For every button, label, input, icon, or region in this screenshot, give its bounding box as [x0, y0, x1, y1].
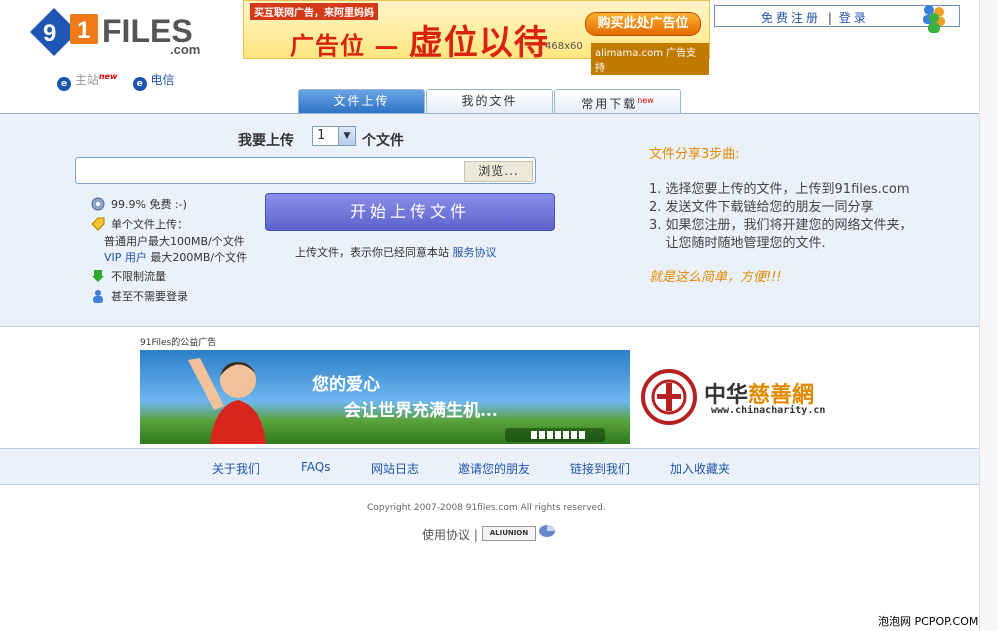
footer-link-link-us[interactable]: 链接到我们 [570, 460, 630, 477]
server-switch: e 主站new e 电信 [57, 71, 174, 91]
vip-link[interactable]: VIP 用户 [104, 251, 147, 264]
feature-vip: VIP 用户 最大200MB/个文件 [104, 249, 247, 265]
feature-nologin-text: 甚至不需要登录 [111, 290, 188, 303]
feature-nologin: 甚至不需要登录 [91, 288, 188, 304]
copyright: Copyright 2007-2008 91files.com All righ… [367, 503, 606, 513]
agreement-label: 上传文件，表示你已经同意本站 [295, 246, 449, 259]
file-count-select[interactable]: 1 ▼ [312, 126, 356, 146]
tab-downloads[interactable]: 常用下载new [554, 89, 681, 113]
user-icon [93, 290, 103, 303]
aliunion-badge[interactable]: ALIUNION [482, 526, 536, 541]
new-badge: new [98, 72, 118, 81]
ad-main-b: 虚位以待 [408, 23, 549, 63]
steps-slogan: 就是这么简单，方便!!! [649, 270, 782, 285]
telecom-link[interactable]: 电信 [150, 73, 174, 87]
tab-upload[interactable]: 文件上传 [298, 89, 425, 113]
login-link[interactable]: 登录 [839, 11, 869, 25]
step-3: 3. 如果您注册，我们将开建您的网络文件夹， [649, 218, 913, 233]
account-separator: | [827, 11, 832, 25]
tag-icon [91, 217, 105, 231]
upload-count-label: 我要上传 [238, 133, 294, 149]
feature-normal: 普通用户最大100MB/个文件 [104, 235, 245, 248]
footer-link-about[interactable]: 关于我们 [212, 460, 260, 477]
upload-count-unit: 个文件 [362, 133, 404, 149]
telecom-icon: e [132, 77, 147, 91]
charity-url: www.chinacharity.cn [711, 405, 826, 416]
start-upload-button[interactable]: 开始上传文件 [265, 193, 555, 231]
chevron-down-icon[interactable]: ▼ [338, 127, 355, 145]
ad-banner[interactable]: 买互联网广告，来阿里妈妈 广告位 — 虚位以待 购买此处广告位 468x60 a… [243, 0, 710, 75]
feature-traffic: 不限制流量 [91, 268, 166, 284]
tab-downloads-label: 常用下载 [581, 97, 638, 111]
account-links: 免费注册 | 登录 [761, 9, 869, 26]
charity-logo-icon [641, 369, 697, 425]
step-2: 2. 发送文件下载链给您的朋友一同分享 [649, 200, 874, 215]
ad-main-text: 广告位 — 虚位以待 [290, 15, 549, 64]
disk-icon [91, 197, 105, 211]
feature-free-text: 99.9% 免费 :-) [111, 198, 187, 211]
charity-slogan-2: 会让世界充满生机... [344, 401, 498, 421]
upload-panel: 我要上传 1 ▼ 个文件 浏览... 99.9% 免费 :-) 单个文件上传： … [0, 113, 979, 327]
terms-separator: | [473, 528, 478, 542]
tab-my-files[interactable]: 我的文件 [426, 89, 553, 113]
users-icon [923, 5, 945, 33]
footer-link-invite[interactable]: 邀请您的朋友 [458, 460, 530, 477]
feature-vip-text: 最大200MB/个文件 [146, 251, 248, 264]
telecom-icon: e [57, 77, 71, 91]
ad-main-dash: — [365, 31, 409, 60]
footer-link-favorite[interactable]: 加入收藏夹 [670, 460, 730, 477]
child-illustration [188, 358, 266, 444]
ad-main-a: 广告位 [290, 31, 365, 60]
ad-alimama-text: alimama.com 广告支持 [591, 43, 709, 75]
charity-slogan-1: 您的爱心 [312, 375, 380, 395]
footer-link-log[interactable]: 网站日志 [371, 460, 419, 477]
feature-single-text: 单个文件上传： [111, 218, 188, 231]
charity-banner[interactable]: 您的爱心 会让世界充满生机... [140, 350, 630, 444]
service-agreement-link[interactable]: 服务协议 [453, 246, 497, 259]
step-3-cont: 让您随时随地管理您的文件. [649, 236, 826, 251]
step-1: 1. 选择您要上传的文件，上传到91files.com [649, 182, 910, 197]
account-box: 免费注册 | 登录 [714, 5, 960, 33]
scrollbar[interactable] [979, 0, 997, 631]
watermark-text: 泡泡网 PCPOP.COM [878, 613, 979, 629]
logo-digit-9: 9 [43, 20, 56, 47]
browse-button[interactable]: 浏览... [464, 161, 533, 182]
feature-single: 单个文件上传： [91, 216, 188, 232]
terms-link[interactable]: 使用协议 [422, 528, 470, 542]
agreement-text: 上传文件，表示你已经同意本站 服务协议 [295, 244, 497, 260]
new-badge: new [637, 96, 654, 105]
feature-free: 99.9% 免费 :-) [91, 196, 187, 212]
ad-buy-button[interactable]: 购买此处广告位 [585, 12, 701, 36]
file-input[interactable]: 浏览... [75, 157, 536, 184]
arrow-down-icon [92, 270, 104, 282]
feature-traffic-text: 不限制流量 [111, 270, 166, 283]
footer-link-faqs[interactable]: FAQs [301, 460, 331, 474]
logo-com-text: .com [170, 42, 200, 57]
ad-size-text: 468x60 [545, 41, 583, 52]
charity-slide-nav[interactable] [505, 428, 605, 442]
pie-chart-icon[interactable] [537, 519, 557, 539]
steps-title: 文件分享3步曲: [649, 147, 740, 162]
site-logo[interactable]: 9 1 FILES .com [30, 6, 230, 62]
terms-row: 使用协议 | [422, 526, 478, 543]
main-site-link[interactable]: 主站 [75, 73, 99, 87]
charity-ad-label: 91Files的公益广告 [140, 338, 217, 348]
logo-digit-1: 1 [77, 17, 90, 44]
register-link[interactable]: 免费注册 [761, 11, 821, 25]
file-count-value: 1 [317, 128, 326, 143]
footer-nav: 关于我们 FAQs 网站日志 邀请您的朋友 链接到我们 加入收藏夹 [0, 448, 979, 485]
